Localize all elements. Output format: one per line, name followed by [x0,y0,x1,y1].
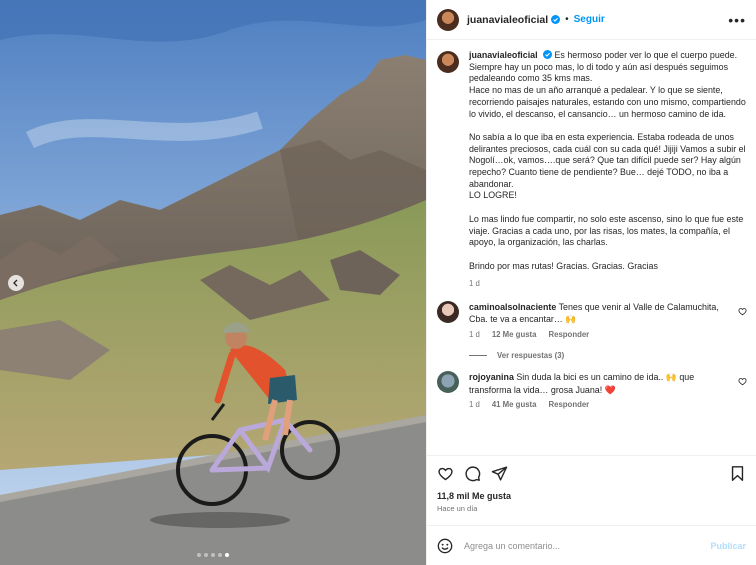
reply-button[interactable]: Responder [548,329,589,342]
carousel-prev-button[interactable] [8,275,24,291]
more-options-button[interactable]: ••• [728,13,746,27]
comment-username[interactable]: rojoyanina [469,372,514,382]
comment-likes[interactable]: 41 Me gusta [492,399,537,412]
post-header: juanavialeoficial • Seguir ••• [427,0,756,40]
comment-time: 1 d [469,329,480,339]
caption-paragraph-3: Lo mas lindo fue compartir, no solo este… [469,213,746,248]
carousel-indicator [0,553,426,557]
caption-paragraph-4: Brindo por mas rutas! Gracias. Gracias. … [469,260,658,271]
replies-divider [469,355,487,357]
separator-dot: • [565,14,569,25]
cyclist-photo [0,0,426,565]
heart-icon[interactable] [437,465,454,482]
post-side-panel: juanavialeoficial • Seguir ••• juanavial… [426,0,756,565]
caption-time: 1 d [469,279,480,288]
bookmark-icon[interactable] [729,465,746,482]
likes-count[interactable]: 11,8 mil Me gusta [427,491,756,501]
carousel-dot-active [225,553,229,557]
caption-paragraph-2: No sabía a lo que iba en esta experienci… [469,131,746,201]
comment-input[interactable] [464,540,711,551]
comment-username[interactable]: caminoalsolnaciente [469,302,556,312]
publish-button[interactable]: Publicar [710,541,746,551]
post-timestamp: Hace un día [437,504,478,513]
author-username[interactable]: juanavialeoficial [467,14,548,26]
avatar[interactable] [437,371,459,394]
carousel-dot [197,553,201,557]
avatar[interactable] [437,8,459,31]
post-media[interactable] [0,0,426,565]
heart-icon[interactable] [738,307,747,316]
verified-badge-icon [551,15,561,24]
caption-paragraph-1: juanavialeoficial Es hermoso poder ver l… [469,50,746,119]
avatar[interactable] [437,300,459,323]
comments-scroll-area[interactable]: juanavialeoficial Es hermoso poder ver l… [427,40,756,455]
view-replies-button[interactable]: Ver respuestas (3) [469,351,746,360]
avatar[interactable] [437,51,459,73]
post-viewer: juanavialeoficial • Seguir ••• juanavial… [0,0,756,565]
comment: caminoalsolnaciente Tenes que venir al V… [437,300,747,342]
emoji-icon[interactable] [437,538,453,554]
add-comment-bar: Publicar [427,525,756,565]
carousel-dot [204,553,208,557]
chevron-left-icon [13,279,18,287]
comment-time: 1 d [469,400,480,410]
verified-badge-icon [543,50,553,59]
carousel-dot [211,553,215,557]
comment-likes[interactable]: 12 Me gusta [492,329,537,342]
comment: rojoyanina Sin duda la bici es un camino… [437,371,747,412]
post-actions [427,455,756,491]
follow-button[interactable]: Seguir [574,14,605,25]
share-icon[interactable] [491,465,508,482]
post-caption: juanavialeoficial Es hermoso poder ver l… [437,50,746,290]
carousel-dot [218,553,222,557]
heart-icon[interactable] [738,377,747,386]
caption-username[interactable]: juanavialeoficial [469,50,538,60]
comment-icon[interactable] [464,465,481,482]
reply-button[interactable]: Responder [548,399,589,412]
